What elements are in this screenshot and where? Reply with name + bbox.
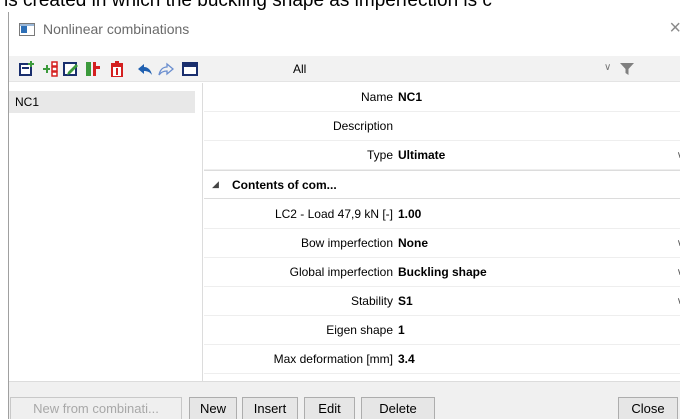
property-label: LC2 - Load 47,9 kN [-] <box>274 207 393 221</box>
title-bar: Nonlinear combinations × <box>9 12 680 48</box>
name-value[interactable]: NC1 <box>398 90 422 104</box>
property-row-bow-imperfection: Bow imperfection None ∨ <box>204 229 680 258</box>
delete-icon[interactable] <box>109 61 125 77</box>
property-label: Global imperfection <box>289 265 393 279</box>
redo-icon[interactable] <box>158 61 174 77</box>
stability-value[interactable]: S1 <box>398 294 413 308</box>
property-label: Name <box>360 90 393 104</box>
properties-pane: Name NC1 Description Type Ultimate ∨ ◢ C… <box>204 83 680 381</box>
insert-icon[interactable] <box>43 61 59 77</box>
delete-button[interactable]: Delete <box>361 397 435 419</box>
window-title: Nonlinear combinations <box>43 21 190 37</box>
toolbar: All ∨ <box>9 56 680 82</box>
nonlinear-combinations-dialog: Nonlinear combinations × All ∨ NC1 Name … <box>8 12 680 419</box>
insert-button[interactable]: Insert <box>242 397 298 419</box>
copy-icon[interactable] <box>85 61 101 77</box>
property-row-max-deformation: Max deformation [mm] 3.4 <box>204 345 680 374</box>
property-row-global-imperfection: Global imperfection Buckling shape ∨ <box>204 258 680 287</box>
property-row-description: Description <box>204 112 680 141</box>
filter-select[interactable]: All <box>293 62 306 76</box>
section-title: Contents of com... <box>232 178 337 192</box>
close-window-button[interactable]: × <box>669 18 680 38</box>
property-label: Description <box>332 119 393 133</box>
filter-icon[interactable] <box>620 62 634 76</box>
contents-section-header[interactable]: ◢ Contents of com... <box>204 170 680 199</box>
combination-list: NC1 <box>9 83 203 381</box>
window-icon[interactable] <box>182 61 198 77</box>
property-row-type: Type Ultimate ∨ <box>204 141 680 170</box>
property-label: Max deformation [mm] <box>273 352 393 366</box>
collapse-icon[interactable]: ◢ <box>212 179 219 190</box>
global-imperfection-value[interactable]: Buckling shape <box>398 265 487 279</box>
property-row-eigen-shape: Eigen shape 1 <box>204 316 680 345</box>
window-app-icon <box>19 23 35 36</box>
list-item[interactable]: NC1 <box>9 91 195 113</box>
undo-icon[interactable] <box>137 61 153 77</box>
load-factor-value[interactable]: 1.00 <box>398 207 421 221</box>
max-deformation-value[interactable]: 3.4 <box>398 352 415 366</box>
dropdown-icon[interactable]: ∨ <box>604 62 611 73</box>
close-button[interactable]: Close <box>618 397 678 419</box>
edit-button[interactable]: Edit <box>304 397 355 419</box>
document-caption: is created in which the buckling shape a… <box>0 0 680 12</box>
property-row-load-factor: LC2 - Load 47,9 kN [-] 1.00 <box>204 200 680 229</box>
property-label: Type <box>366 148 393 162</box>
new-icon[interactable] <box>19 61 35 77</box>
button-bar: New from combinati... New Insert Edit De… <box>9 381 680 419</box>
property-row-name: Name NC1 <box>204 83 680 112</box>
property-label: Bow imperfection <box>300 236 393 250</box>
bow-imperfection-value[interactable]: None <box>398 236 428 250</box>
new-from-combination-button[interactable]: New from combinati... <box>10 397 182 419</box>
type-value[interactable]: Ultimate <box>398 148 445 162</box>
caption-text: is created in which the buckling shape a… <box>4 0 492 11</box>
eigen-shape-value[interactable]: 1 <box>398 323 405 337</box>
property-label: Eigen shape <box>326 323 393 337</box>
property-row-stability: Stability S1 ∨ <box>204 287 680 316</box>
edit-icon[interactable] <box>63 61 79 77</box>
new-button[interactable]: New <box>189 397 237 419</box>
property-label: Stability <box>350 294 393 308</box>
